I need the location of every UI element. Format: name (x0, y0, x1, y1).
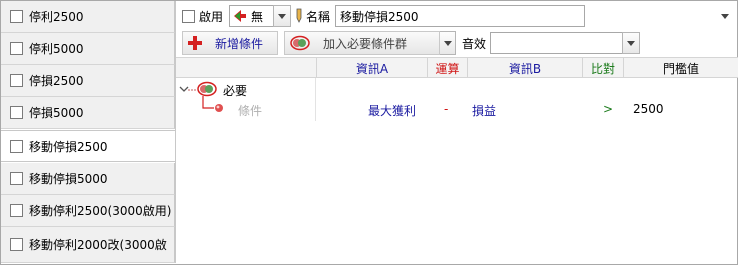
list-item[interactable]: 移動停利2500(3000啟用) (1, 195, 175, 227)
column-header-compare[interactable]: 比對 (582, 58, 623, 78)
name-input[interactable]: 移動停損2500 (335, 5, 586, 27)
tree-connector (188, 89, 196, 91)
item-checkbox[interactable] (10, 42, 23, 55)
rule-editor-panel: 啟用 無 名稱 移動停損2500 新增條件 加入必要條件群 音效 資訊A 運算 … (175, 1, 738, 263)
name-label: 名稱 (306, 9, 331, 24)
sound-select-value (490, 32, 623, 54)
condition-label[interactable]: 條件 (238, 102, 262, 119)
pen-icon (296, 8, 302, 23)
list-item[interactable]: 停利5000 (1, 33, 175, 65)
group-icon (197, 81, 217, 97)
list-item[interactable]: 移動停利2000改(3000啟 (1, 227, 175, 263)
cell-op[interactable]: - (444, 102, 448, 116)
list-item-label: 停利2500 (29, 10, 84, 24)
list-item-label: 停損5000 (29, 106, 84, 120)
action-toolbar: 新增條件 加入必要條件群 音效 (182, 30, 734, 56)
item-checkbox[interactable] (10, 106, 23, 119)
add-required-group-button[interactable]: 加入必要條件群 (284, 31, 440, 55)
cell-threshold[interactable]: 2500 (633, 102, 664, 116)
chevron-down-icon[interactable] (622, 32, 641, 54)
condition-grid-header: 資訊A 運算 資訊B 比對 門檻值 (176, 57, 738, 78)
list-item-label: 移動停利2500(3000啟用) (29, 204, 172, 218)
group-label[interactable]: 必要 (223, 82, 247, 99)
list-item-label: 移動停損5000 (29, 172, 108, 186)
rule-header-row: 啟用 無 名稱 移動停損2500 (182, 3, 734, 29)
cell-info-b[interactable]: 損益 (472, 102, 496, 119)
list-item[interactable]: 移動停損5000 (1, 163, 175, 195)
column-header-op[interactable]: 運算 (427, 58, 467, 78)
column-header-info-a[interactable]: 資訊A (316, 58, 427, 78)
condition-bullet-icon (215, 104, 223, 112)
column-header-threshold[interactable]: 門檻值 (623, 58, 738, 78)
sound-select[interactable] (490, 32, 641, 54)
enable-label: 啟用 (199, 9, 224, 24)
cell-compare[interactable]: > (603, 102, 613, 116)
plus-icon (188, 36, 202, 50)
list-item-label: 移動停損2500 (29, 139, 108, 154)
item-checkbox[interactable] (10, 172, 23, 185)
list-item-label: 停利5000 (29, 42, 84, 56)
level-select-value: 無 (229, 5, 274, 27)
chevron-down-icon[interactable] (273, 5, 292, 27)
item-checkbox[interactable] (10, 139, 23, 153)
list-item[interactable]: 停損5000 (1, 97, 175, 129)
add-condition-button[interactable]: 新增條件 (182, 31, 278, 55)
level-select[interactable]: 無 (229, 5, 292, 27)
item-checkbox[interactable] (10, 74, 23, 87)
signal-arrow-icon (234, 10, 247, 22)
list-item[interactable]: 停損2500 (1, 65, 175, 97)
sound-label: 音效 (462, 36, 487, 51)
enable-checkbox[interactable] (182, 9, 195, 23)
item-checkbox[interactable] (10, 238, 23, 251)
chevron-down-icon[interactable] (716, 5, 734, 27)
item-checkbox[interactable] (10, 204, 23, 217)
chevron-down-icon[interactable] (440, 31, 456, 55)
column-header-info-b[interactable]: 資訊B (467, 58, 582, 78)
list-item-label: 停損2500 (29, 74, 84, 88)
group-icon (290, 35, 310, 51)
item-checkbox[interactable] (10, 10, 23, 23)
list-item[interactable]: 停利2500 (1, 1, 175, 33)
list-item-label: 移動停利2000改(3000啟 (29, 238, 167, 252)
exit-rule-list: 停利2500 停利5000 停損2500 停損5000 移動停損2500 移動停… (1, 1, 176, 263)
tree-connector (202, 96, 214, 109)
list-item-selected[interactable]: 移動停損2500 (1, 130, 176, 162)
cell-info-a[interactable]: 最大獲利 (368, 102, 416, 119)
